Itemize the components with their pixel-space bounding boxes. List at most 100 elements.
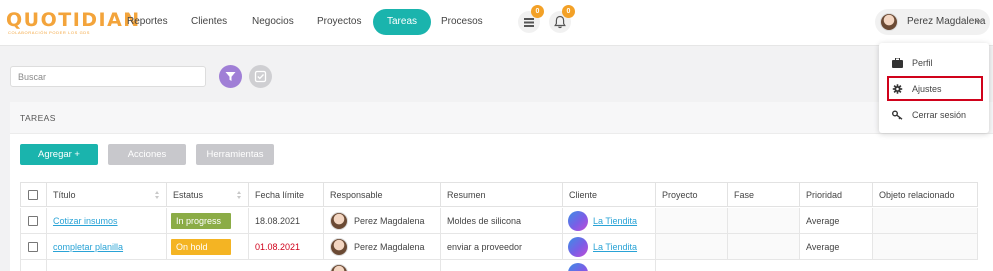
header-cliente[interactable]: Cliente xyxy=(563,182,656,207)
select-all-button[interactable] xyxy=(249,65,272,88)
header-fase[interactable]: Fase xyxy=(728,182,800,207)
key-icon xyxy=(892,110,903,120)
header-proyecto[interactable]: Proyecto xyxy=(656,182,728,207)
cell-related xyxy=(873,208,978,234)
cell-due-date: 01.08.2021 xyxy=(249,234,324,260)
header-label: Estatus xyxy=(173,190,204,200)
avatar xyxy=(330,212,348,230)
gear-icon xyxy=(892,84,903,94)
avatar xyxy=(880,13,898,31)
filter-button[interactable] xyxy=(219,65,242,88)
brand-logo[interactable]: QUOTIDIAN COLABORACIÓN PODER LOS GDS xyxy=(6,9,139,39)
header-prioridad[interactable]: Prioridad xyxy=(800,182,873,207)
avatar xyxy=(330,264,348,271)
header-estatus[interactable]: Estatus xyxy=(167,182,249,207)
cell-priority: Average xyxy=(800,208,873,234)
header-label: Cliente xyxy=(569,190,598,200)
status-badge: On hold xyxy=(171,239,231,255)
avatar xyxy=(330,238,348,256)
tasks-panel: TAREAS Agregar + Acciones Herramientas T… xyxy=(10,102,993,271)
cell-title: Cotizar insumos xyxy=(47,208,167,234)
cell-summary: Moldes de silicona xyxy=(441,208,563,234)
client-logo xyxy=(568,211,588,231)
owner-name: Perez Magdalena xyxy=(354,242,425,252)
header-resumen[interactable]: Resumen xyxy=(441,182,563,207)
status-badge: In progress xyxy=(171,213,231,229)
cell-client: La Tiendita xyxy=(563,234,656,260)
sort-icon xyxy=(155,191,160,200)
select-all-checkbox[interactable] xyxy=(28,190,38,200)
nav-procesos[interactable]: Procesos xyxy=(431,10,493,34)
menu-label: Ajustes xyxy=(912,84,942,94)
cell-client: La Tiendita xyxy=(563,208,656,234)
user-name: Perez Magdalena xyxy=(907,16,986,27)
briefcase-icon xyxy=(892,58,903,68)
cell-due-date: 18.08.2021 xyxy=(249,208,324,234)
panel-title: TAREAS xyxy=(20,113,56,123)
menu-label: Cerrar sesión xyxy=(912,110,967,120)
notifications-button[interactable]: 0 xyxy=(549,5,575,33)
cell-title: completar planilla xyxy=(47,234,167,260)
menu-item-ajustes[interactable]: Ajustes xyxy=(887,78,983,100)
cell-project xyxy=(656,208,728,234)
menu-item-cerrar-sesion[interactable]: Cerrar sesión xyxy=(887,104,983,126)
header-responsable[interactable]: Responsable xyxy=(324,182,441,207)
add-task-button[interactable]: Agregar + xyxy=(20,144,98,165)
cell-priority: Average xyxy=(800,234,873,260)
list-button[interactable]: 0 xyxy=(518,5,544,33)
cell-owner-partial xyxy=(324,260,441,271)
header-label: Fecha límite xyxy=(255,190,305,200)
header-objeto-relacionado[interactable]: Objeto relacionado xyxy=(873,182,978,207)
menu-item-perfil[interactable]: Perfil xyxy=(887,52,983,74)
header-label: Proyecto xyxy=(662,190,698,200)
user-menu-toggle[interactable]: Perez Magdalena xyxy=(875,9,990,35)
checkbox-check-icon xyxy=(254,70,267,83)
cell-phase xyxy=(728,234,800,260)
row-checkbox[interactable] xyxy=(28,242,38,252)
row-select-partial xyxy=(20,260,47,271)
cell-summary: enviar a proveedor xyxy=(441,234,563,260)
menu-label: Perfil xyxy=(912,58,933,68)
header-label: Fase xyxy=(734,190,755,200)
tools-button[interactable]: Herramientas xyxy=(196,144,274,165)
owner-name: Perez Magdalena xyxy=(354,216,425,226)
header-label: Objeto relacionado xyxy=(879,190,955,200)
user-dropdown: Perfil Ajustes Cerrar sesión xyxy=(879,43,989,133)
bell-count-badge: 0 xyxy=(562,5,575,18)
nav-reportes[interactable]: Reportes xyxy=(117,10,178,34)
header-label: Título xyxy=(53,190,76,200)
cell-owner: Perez Magdalena xyxy=(324,234,441,260)
chevron-down-icon xyxy=(975,20,981,24)
sort-icon xyxy=(237,191,242,200)
client-logo xyxy=(568,263,588,271)
cell-owner: Perez Magdalena xyxy=(324,208,441,234)
header-label: Responsable xyxy=(330,190,383,200)
nav-proyectos[interactable]: Proyectos xyxy=(307,10,371,34)
search-input[interactable] xyxy=(10,66,206,87)
nav-negocios[interactable]: Negocios xyxy=(242,10,304,34)
actions-button[interactable]: Acciones xyxy=(108,144,186,165)
row-select xyxy=(20,234,47,260)
header-select xyxy=(20,182,47,207)
panel-header: TAREAS xyxy=(10,102,993,134)
task-link[interactable]: Cotizar insumos xyxy=(53,216,118,226)
cell-status: On hold xyxy=(167,234,249,260)
client-link[interactable]: La Tiendita xyxy=(593,242,637,252)
task-link[interactable]: completar planilla xyxy=(53,242,123,252)
cell-phase xyxy=(728,208,800,234)
cell-client-partial xyxy=(563,260,656,271)
filter-icon xyxy=(225,72,236,81)
header-label: Prioridad xyxy=(806,190,843,200)
cell-status: In progress xyxy=(167,208,249,234)
header-titulo[interactable]: Título xyxy=(47,182,167,207)
client-link[interactable]: La Tiendita xyxy=(593,216,637,226)
header-fecha-limite[interactable]: Fecha límite xyxy=(249,182,324,207)
nav-tareas[interactable]: Tareas xyxy=(373,9,432,35)
client-logo xyxy=(568,237,588,257)
row-select xyxy=(20,208,47,234)
header-label: Resumen xyxy=(447,190,486,200)
nav-clientes[interactable]: Clientes xyxy=(181,10,237,34)
row-checkbox[interactable] xyxy=(28,216,38,226)
cell-project xyxy=(656,234,728,260)
brand-tagline: COLABORACIÓN PODER LOS GDS xyxy=(8,30,91,35)
